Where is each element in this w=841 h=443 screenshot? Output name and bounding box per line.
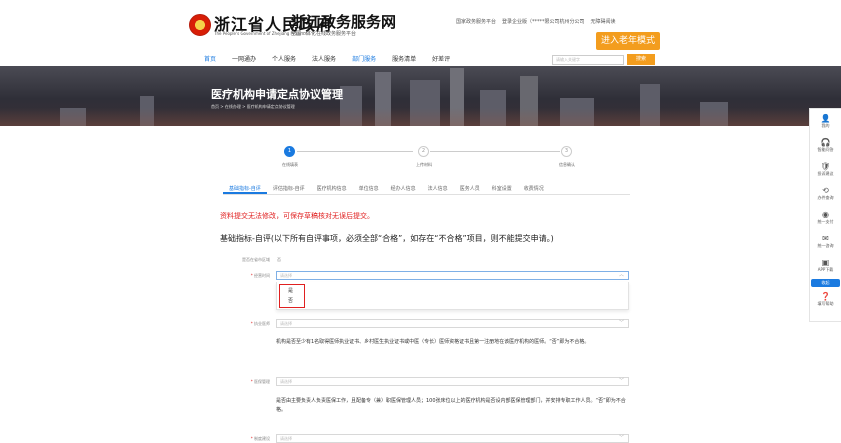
- shield-icon: 🛡: [820, 161, 831, 171]
- field-label-text: 医保管理: [254, 379, 270, 384]
- side-item-help[interactable]: ❓ 填写帮助: [810, 287, 841, 311]
- step-2-marker: 2: [418, 146, 429, 157]
- insurance-management-description: 是否由主要负责人负责医保工作，且配备专（兼）职医保管理人员；100张床位以上的医…: [276, 398, 626, 413]
- side-item-label: 统一咨询: [817, 242, 834, 248]
- help-icon: ❓: [820, 291, 831, 301]
- collapse-button[interactable]: 收起: [811, 279, 840, 287]
- practicing-physician-description: 机构是否至少有1名取得医师执业证书、乡村医生执业证书或中医（专长）医师资格证书且…: [276, 339, 590, 345]
- tab-medical-staff[interactable]: 医务人员: [454, 183, 486, 194]
- side-tool-panel: 👤 我的 🎧 智能问答 🛡 投诉建议 ⟲ 办件查询 ◉ 统一支付 ✉ 统一咨询 …: [809, 108, 841, 322]
- system-building-select[interactable]: 请选择 ﹀: [276, 434, 629, 443]
- practicing-physician-select[interactable]: 请选择 ﹀: [276, 319, 629, 328]
- banner-glow: [0, 108, 841, 126]
- step-1-marker: 1: [284, 146, 295, 157]
- operating-time-label: * 经营时间: [250, 273, 270, 278]
- nav-item-personal[interactable]: 个人服务: [264, 54, 304, 66]
- select-placeholder: 请选择: [280, 436, 292, 441]
- tab-eval-self-eval[interactable]: 评估指标-自评: [267, 183, 311, 194]
- select-placeholder: 请选择: [280, 273, 292, 278]
- search-input[interactable]: 请输入关键字: [552, 55, 624, 65]
- highlight-box: [279, 284, 305, 308]
- operating-time-select[interactable]: 请选择 ︿: [276, 271, 629, 280]
- side-item-query[interactable]: ⟲ 办件查询: [810, 181, 841, 205]
- side-item-label: APP下载: [817, 266, 834, 272]
- side-item-app-download[interactable]: ▣ APP下载: [810, 253, 841, 277]
- chat-icon: ✉: [822, 233, 829, 243]
- tab-legal-info[interactable]: 法人信息: [422, 183, 454, 194]
- select-placeholder: 请选择: [280, 321, 292, 326]
- step-connector: [430, 151, 560, 152]
- nav-item-department[interactable]: 部门服务: [344, 54, 384, 66]
- select-placeholder: 请选择: [280, 379, 292, 384]
- step-1-label: 在线填表: [282, 162, 298, 167]
- service-title[interactable]: 浙江政务服务网: [291, 11, 396, 32]
- chevron-down-icon: ﹀: [618, 378, 624, 384]
- page-banner: 医疗机构申请定点协议管理 首页 > 在线办理 > 医疗机构申请定点协议管理: [0, 66, 841, 126]
- side-item-label: 统一支付: [817, 218, 834, 224]
- side-item-mine[interactable]: 👤 我的: [810, 109, 841, 133]
- user-icon: 👤: [820, 113, 831, 123]
- side-item-smart-qa[interactable]: 🎧 智能问答: [810, 133, 841, 157]
- side-item-label: 投诉建议: [817, 170, 834, 176]
- warning-text: 资料提交无法修改，可保存草稿核对无误后提交。: [220, 212, 374, 220]
- tab-handler-info[interactable]: 经办人信息: [385, 183, 422, 194]
- insurance-management-select[interactable]: 请选择 ﹀: [276, 377, 629, 386]
- site-header: 浙江省人民政府 The People's Government of Zheji…: [0, 0, 841, 66]
- top-link-accessibility[interactable]: 无障碍阅读: [591, 18, 616, 25]
- progress-steps: 1 在线填表 2 上传材料 3 信息确认: [238, 144, 628, 174]
- top-link-national[interactable]: 国家政务服务平台: [456, 18, 496, 25]
- breadcrumb[interactable]: 首页 > 在线办理 > 医疗机构申请定点协议管理: [211, 104, 295, 110]
- page-title: 医疗机构申请定点协议管理: [211, 88, 343, 101]
- nav-item-home[interactable]: 首页: [196, 54, 224, 66]
- section-title: 基础指标-自评(以下所有自评事项，必须全部“合格”，如存在“不合格”项目，则不能…: [220, 234, 554, 243]
- top-link-login[interactable]: 登录企业版（*****限公司杭州分公司: [502, 18, 585, 25]
- operating-time-dropdown: 是 否: [276, 282, 629, 310]
- step-3-label: 信息确认: [559, 162, 575, 167]
- form-tabs: 基础指标-自评 评估指标-自评 医疗机构信息 单位信息 经办人信息 法人信息 医…: [223, 183, 630, 195]
- service-subtitle: 全国一体化在线政务服务平台: [291, 31, 357, 37]
- search-button[interactable]: 搜索: [627, 54, 655, 65]
- side-item-consult[interactable]: ✉ 统一咨询: [810, 229, 841, 253]
- page: 浙江省人民政府 The People's Government of Zheji…: [0, 0, 841, 443]
- tab-departments[interactable]: 科室设置: [486, 183, 518, 194]
- tab-basic-self-eval[interactable]: 基础指标-自评: [223, 183, 267, 194]
- side-item-payment[interactable]: ◉ 统一支付: [810, 205, 841, 229]
- side-item-label: 办件查询: [817, 194, 834, 200]
- chevron-up-icon: ︿: [618, 272, 624, 278]
- side-item-label: 智能问答: [817, 146, 834, 152]
- side-item-label: 填写帮助: [817, 300, 834, 306]
- nav-item-service-list[interactable]: 服务清单: [384, 54, 424, 66]
- step-3-marker: 3: [561, 146, 572, 157]
- field-label-text: 经营时间: [254, 273, 270, 278]
- headset-icon: 🎧: [820, 137, 831, 147]
- tab-unit-info[interactable]: 单位信息: [353, 183, 385, 194]
- practicing-physician-label: * 执业医师: [250, 321, 270, 326]
- chevron-down-icon: ﹀: [618, 320, 624, 326]
- elder-mode-button[interactable]: 进入老年模式: [596, 32, 660, 50]
- nav-item-one-stop[interactable]: 一网通办: [224, 54, 264, 66]
- step-connector: [297, 151, 413, 152]
- field-label-text: 制度建设: [254, 436, 270, 441]
- side-item-label: 我的: [821, 122, 830, 128]
- phone-icon: ▣: [821, 257, 830, 267]
- top-links: 国家政务服务平台 登录企业版（*****限公司杭州分公司 无障碍阅读: [456, 18, 616, 25]
- step-2-label: 上传材料: [416, 162, 432, 167]
- region-label: 是否在省市区域: [242, 257, 270, 262]
- system-building-label: * 制度建设: [250, 436, 270, 441]
- chevron-down-icon: ﹀: [618, 435, 624, 441]
- insurance-management-label: * 医保管理: [250, 379, 270, 384]
- history-icon: ⟲: [822, 185, 829, 195]
- main-nav: 首页 一网通办 个人服务 法人服务 部门服务 服务清单 好差评: [196, 54, 458, 66]
- field-label-text: 执业医师: [254, 321, 270, 326]
- tab-fees[interactable]: 收费情况: [518, 183, 550, 194]
- tab-institution-info[interactable]: 医疗机构信息: [311, 183, 353, 194]
- nav-item-review[interactable]: 好差评: [424, 54, 458, 66]
- national-emblem-icon: [189, 14, 211, 36]
- nav-item-legal-person[interactable]: 法人服务: [304, 54, 344, 66]
- region-value: 否: [277, 257, 281, 262]
- target-icon: ◉: [822, 209, 829, 219]
- side-item-complaint[interactable]: 🛡 投诉建议: [810, 157, 841, 181]
